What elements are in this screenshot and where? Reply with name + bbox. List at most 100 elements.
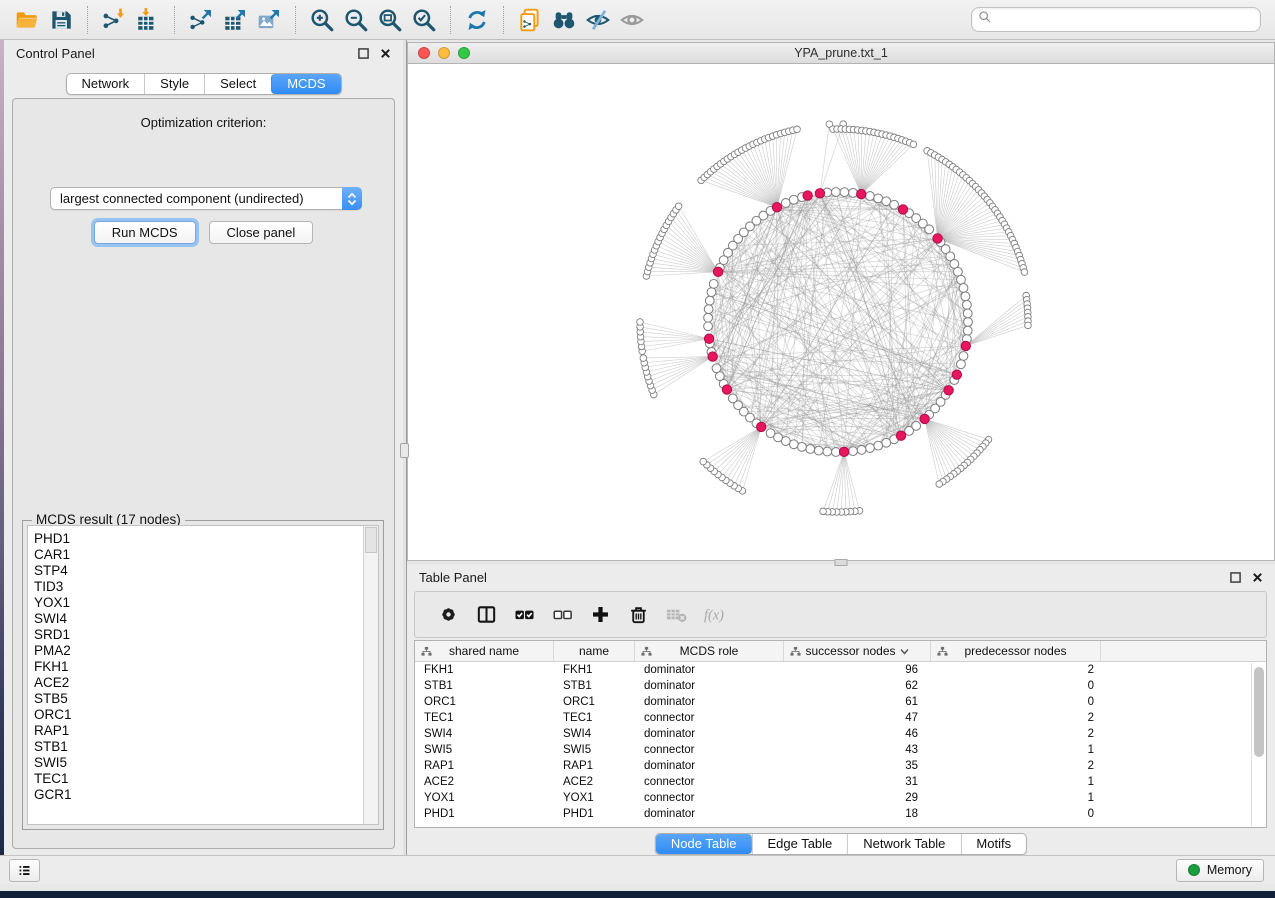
tab-network[interactable]: Network: [66, 74, 144, 94]
table-cell[interactable]: dominator: [635, 760, 784, 772]
add-icon[interactable]: [581, 596, 619, 634]
table-cell[interactable]: 47: [784, 712, 931, 724]
gear-icon[interactable]: [429, 596, 467, 634]
list-item[interactable]: SWI4: [34, 611, 363, 627]
table-row[interactable]: ACE2ACE2connector311: [415, 774, 1266, 790]
vertical-splitter[interactable]: [403, 40, 407, 855]
table-cell[interactable]: SWI4: [554, 728, 635, 740]
table-cell[interactable]: FKH1: [415, 664, 554, 676]
table-cell[interactable]: 1: [931, 776, 1101, 788]
column-header-successor-nodes[interactable]: successor nodes: [784, 641, 931, 661]
table-cell[interactable]: connector: [635, 792, 784, 804]
table-cell[interactable]: TEC1: [415, 712, 554, 724]
table-row[interactable]: PHD1PHD1dominator180: [415, 806, 1266, 822]
column-view-icon[interactable]: [467, 596, 505, 634]
list-item[interactable]: YOX1: [34, 595, 363, 611]
table-cell[interactable]: ORC1: [554, 696, 635, 708]
table-row[interactable]: SWI5SWI5connector431: [415, 742, 1266, 758]
table-row[interactable]: ORC1ORC1dominator610: [415, 694, 1266, 710]
close-table-panel-icon[interactable]: [1252, 572, 1263, 583]
delete-table-icon[interactable]: [657, 596, 695, 634]
open-file-icon[interactable]: [10, 4, 44, 36]
float-table-panel-icon[interactable]: [1230, 572, 1241, 583]
table-cell[interactable]: SWI4: [415, 728, 554, 740]
column-header-predecessor-nodes[interactable]: predecessor nodes: [931, 641, 1101, 661]
sort-chevron-icon[interactable]: [900, 644, 909, 658]
import-table-icon[interactable]: [131, 4, 165, 36]
table-cell[interactable]: 31: [784, 776, 931, 788]
table-cell[interactable]: dominator: [635, 680, 784, 692]
table-row[interactable]: STB1STB1dominator620: [415, 678, 1266, 694]
tab-motifs[interactable]: Motifs: [960, 834, 1026, 854]
close-panel-button[interactable]: Close panel: [209, 221, 314, 244]
tab-edge-table[interactable]: Edge Table: [751, 834, 847, 854]
task-history-button[interactable]: [9, 859, 40, 882]
table-cell[interactable]: dominator: [635, 664, 784, 676]
table-cell[interactable]: dominator: [635, 696, 784, 708]
table-cell[interactable]: YOX1: [415, 792, 554, 804]
vertical-splitter-handle[interactable]: [400, 443, 409, 458]
clone-network-icon[interactable]: [513, 4, 547, 36]
table-row[interactable]: YOX1YOX1connector291: [415, 790, 1266, 806]
mcds-result-list[interactable]: PHD1CAR1STP4TID3YOX1SWI4SRD1PMA2FKH1ACE2…: [28, 526, 363, 824]
search-box[interactable]: [971, 7, 1261, 32]
table-scrollbar[interactable]: [1251, 663, 1266, 826]
refresh-layout-icon[interactable]: [460, 4, 494, 36]
list-item[interactable]: RAP1: [34, 723, 363, 739]
zoom-out-icon[interactable]: [339, 4, 373, 36]
table-cell[interactable]: FKH1: [554, 664, 635, 676]
table-cell[interactable]: 43: [784, 744, 931, 756]
table-cell[interactable]: ACE2: [554, 776, 635, 788]
list-item[interactable]: PHD1: [34, 531, 363, 547]
table-cell[interactable]: 2: [931, 712, 1101, 724]
save-session-icon[interactable]: [44, 4, 78, 36]
trash-icon[interactable]: [619, 596, 657, 634]
table-cell[interactable]: SWI5: [554, 744, 635, 756]
tab-style[interactable]: Style: [144, 74, 204, 94]
table-cell[interactable]: 2: [931, 664, 1101, 676]
table-cell[interactable]: 2: [931, 760, 1101, 772]
table-cell[interactable]: RAP1: [415, 760, 554, 772]
table-cell[interactable]: STB1: [415, 680, 554, 692]
tab-mcds[interactable]: MCDS: [271, 74, 340, 94]
table-cell[interactable]: 18: [784, 808, 931, 820]
horizontal-splitter[interactable]: [407, 561, 1275, 564]
float-panel-icon[interactable]: [358, 48, 369, 59]
list-item[interactable]: SWI5: [34, 755, 363, 771]
table-scrollbar-thumb[interactable]: [1254, 667, 1264, 757]
export-image-icon[interactable]: [252, 4, 286, 36]
table-cell[interactable]: 96: [784, 664, 931, 676]
column-header-shared-name[interactable]: shared name: [415, 641, 554, 661]
table-cell[interactable]: 2: [931, 728, 1101, 740]
tab-select[interactable]: Select: [204, 74, 271, 94]
table-cell[interactable]: 35: [784, 760, 931, 772]
fx-icon[interactable]: f(x): [695, 596, 733, 634]
tab-network-table[interactable]: Network Table: [847, 834, 960, 854]
table-cell[interactable]: 0: [931, 680, 1101, 692]
list-item[interactable]: ORC1: [34, 707, 363, 723]
list-item[interactable]: STB1: [34, 739, 363, 755]
table-cell[interactable]: connector: [635, 776, 784, 788]
table-cell[interactable]: connector: [635, 744, 784, 756]
table-cell[interactable]: 0: [931, 696, 1101, 708]
combo-stepper-icon[interactable]: [342, 187, 362, 210]
export-network-icon[interactable]: [184, 4, 218, 36]
close-panel-icon[interactable]: [380, 48, 391, 59]
table-cell[interactable]: connector: [635, 712, 784, 724]
list-item[interactable]: FKH1: [34, 659, 363, 675]
horizontal-splitter-handle[interactable]: [835, 559, 848, 566]
table-cell[interactable]: 1: [931, 744, 1101, 756]
table-row[interactable]: TEC1TEC1connector472: [415, 710, 1266, 726]
import-network-icon[interactable]: [97, 4, 131, 36]
result-scrollbar[interactable]: [363, 526, 378, 824]
list-item[interactable]: STB5: [34, 691, 363, 707]
network-canvas[interactable]: [408, 64, 1274, 560]
list-item[interactable]: ACE2: [34, 675, 363, 691]
table-cell[interactable]: PHD1: [554, 808, 635, 820]
optimization-criterion-select[interactable]: largest connected component (undirected): [50, 187, 362, 210]
list-item[interactable]: PMA2: [34, 643, 363, 659]
deselect-all-icon[interactable]: [543, 596, 581, 634]
table-row[interactable]: FKH1FKH1dominator962: [415, 662, 1266, 678]
table-cell[interactable]: RAP1: [554, 760, 635, 772]
table-cell[interactable]: 0: [931, 808, 1101, 820]
